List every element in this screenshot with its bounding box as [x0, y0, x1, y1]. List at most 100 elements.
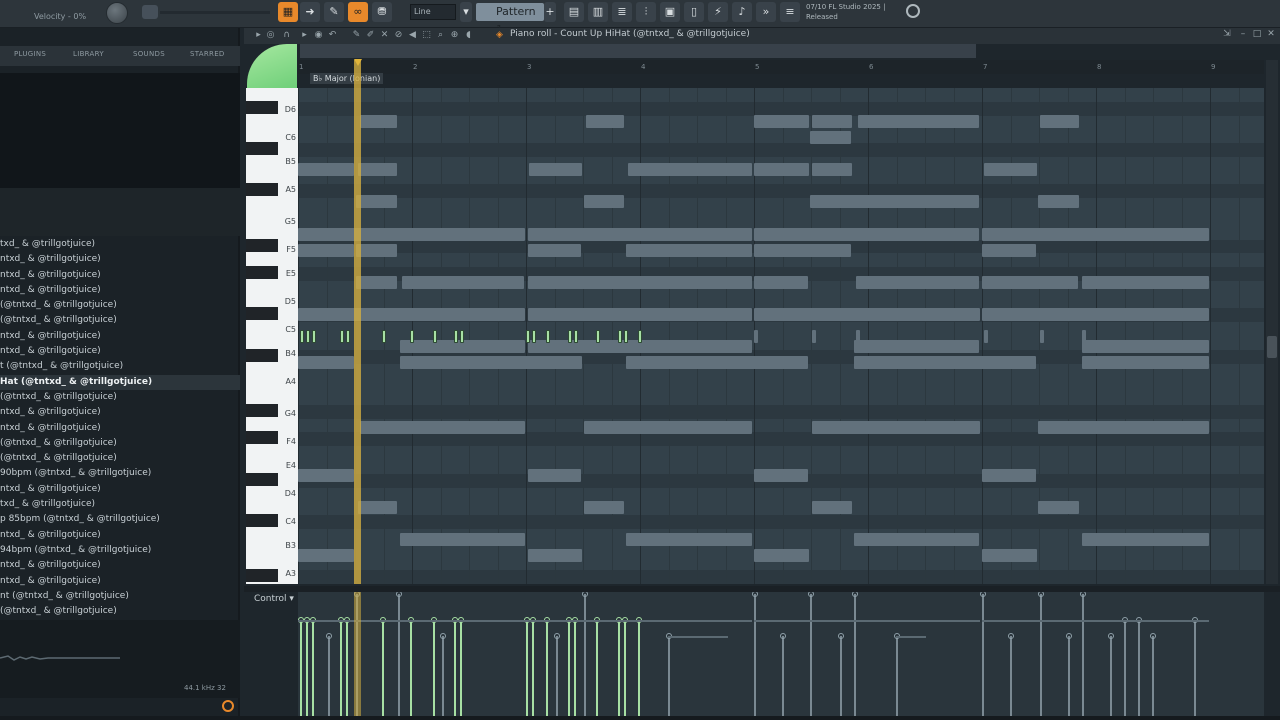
velocity-handle[interactable] [554, 633, 560, 639]
hihat-note[interactable] [532, 330, 536, 343]
hihat-note[interactable] [624, 330, 628, 343]
note[interactable] [298, 163, 354, 176]
black-key[interactable] [246, 266, 278, 280]
record-icon[interactable]: ◉ [314, 30, 323, 40]
hihat-note[interactable] [433, 330, 437, 343]
note[interactable] [1038, 195, 1079, 208]
pattern-overview-strip[interactable] [300, 44, 976, 58]
piano-keyboard[interactable]: D6 C6 B5 A5 G5 F5 E5 D5 C5 B4 A4 G4 F4 E4 D4 C4 B3 A3 [246, 88, 298, 584]
note[interactable] [298, 228, 525, 241]
paint-tool-icon[interactable]: ✐ [366, 30, 375, 40]
velocity-stem[interactable] [306, 620, 308, 716]
note[interactable] [812, 163, 852, 176]
note[interactable] [528, 228, 752, 241]
note[interactable] [1038, 421, 1209, 434]
file-list-item[interactable]: ntxd_ & @trillgotjuice) [0, 574, 240, 589]
black-key[interactable] [246, 403, 278, 417]
control-lane-selector[interactable]: Control ▾ [254, 594, 294, 604]
maximize-icon[interactable]: □ [1252, 29, 1262, 40]
note[interactable] [812, 421, 980, 434]
velocity-handle[interactable] [780, 633, 786, 639]
note[interactable] [584, 195, 624, 208]
fast-forward-icon[interactable]: » [756, 2, 776, 22]
note[interactable] [528, 276, 752, 289]
hihat-note[interactable] [574, 330, 578, 343]
black-key[interactable] [246, 238, 278, 252]
velocity-stem[interactable] [584, 594, 586, 716]
velocity-stem[interactable] [382, 620, 384, 716]
note[interactable] [982, 228, 1209, 241]
note[interactable] [626, 244, 752, 257]
velocity-stem[interactable] [454, 620, 456, 716]
velocity-stem[interactable] [638, 620, 640, 716]
tab-library[interactable]: LIBRARY [73, 50, 104, 58]
file-list-item[interactable]: ntxd_ & @trillgotjuice) [0, 344, 240, 359]
pitch-slider-handle[interactable] [142, 5, 158, 19]
file-list-item[interactable]: ntxd_ & @trillgotjuice) [0, 405, 240, 420]
vertical-scrollbar[interactable] [1266, 60, 1278, 584]
velocity-stem[interactable] [433, 620, 435, 716]
black-key[interactable] [246, 100, 278, 114]
slice-tool-icon[interactable]: ◀ [408, 30, 417, 40]
hihat-note[interactable] [460, 330, 464, 343]
note[interactable] [529, 163, 582, 176]
note[interactable] [356, 276, 397, 289]
file-list-item[interactable]: txd_ & @trillgotjuice) [0, 497, 240, 512]
tab-sounds[interactable]: SOUNDS [133, 50, 165, 58]
velocity-stem[interactable] [1010, 636, 1012, 716]
file-list-item[interactable]: nt (@tntxd_ & @trillgotjuice) [0, 589, 240, 604]
velocity-stem[interactable] [782, 636, 784, 716]
velocity-stem[interactable] [982, 594, 984, 716]
note[interactable] [298, 308, 525, 321]
note[interactable] [298, 244, 354, 257]
note[interactable] [298, 469, 354, 482]
note[interactable] [1038, 501, 1079, 514]
hihat-note[interactable] [618, 330, 622, 343]
hihat-note[interactable] [596, 330, 600, 343]
note[interactable] [400, 533, 525, 546]
hihat-note[interactable] [568, 330, 572, 343]
note[interactable] [810, 131, 851, 144]
file-list-item[interactable]: ntxd_ & @trillgotjuice) [0, 421, 240, 436]
velocity-stem[interactable] [1068, 636, 1070, 716]
note[interactable] [982, 308, 1209, 321]
velocity-stem[interactable] [410, 620, 412, 716]
velocity-stem[interactable] [460, 620, 462, 716]
hihat-note[interactable] [754, 330, 758, 343]
velocity-handle[interactable] [1150, 633, 1156, 639]
note[interactable] [854, 533, 979, 546]
file-list-item[interactable]: ntxd_ & @trillgotjuice) [0, 268, 240, 283]
velocity-stem[interactable] [328, 636, 330, 716]
file-list-item[interactable]: (@tntxd_ & @trillgotjuice) [0, 436, 240, 451]
velocity-handle[interactable] [440, 633, 446, 639]
playhead[interactable] [354, 60, 361, 584]
velocity-stem[interactable] [574, 620, 576, 716]
hihat-note[interactable] [346, 330, 350, 343]
piano-roll-corner-tab[interactable] [247, 44, 297, 88]
hihat-note[interactable] [812, 330, 816, 343]
note[interactable] [358, 163, 397, 176]
velocity-stem[interactable] [1138, 620, 1140, 716]
file-list-item[interactable]: ntxd_ & @trillgotjuice) [0, 283, 240, 298]
black-key[interactable] [246, 142, 278, 156]
file-list-item[interactable]: (@tntxd_ & @trillgotjuice) [0, 451, 240, 466]
mute-tool-icon[interactable]: ⊘ [394, 30, 403, 40]
velocity-stem[interactable] [754, 594, 756, 716]
note[interactable] [298, 549, 354, 562]
file-list-item[interactable]: Hat (@tntxd_ & @trillgotjuice) [0, 374, 240, 390]
note[interactable] [1082, 533, 1209, 546]
velocity-stem[interactable] [668, 636, 670, 716]
note[interactable] [754, 469, 808, 482]
velocity-stem[interactable] [1152, 636, 1154, 716]
hihat-note[interactable] [638, 330, 642, 343]
hihat-note[interactable] [984, 330, 988, 343]
note[interactable] [812, 501, 852, 514]
file-list-item[interactable]: ntxd_ & @trillgotjuice) [0, 252, 240, 267]
velocity-stem[interactable] [618, 620, 620, 716]
velocity-handle[interactable] [1008, 633, 1014, 639]
hihat-note[interactable] [856, 330, 860, 343]
black-key[interactable] [246, 569, 278, 583]
note[interactable] [754, 244, 851, 257]
velocity-stem[interactable] [442, 636, 444, 716]
note[interactable] [854, 356, 1036, 369]
